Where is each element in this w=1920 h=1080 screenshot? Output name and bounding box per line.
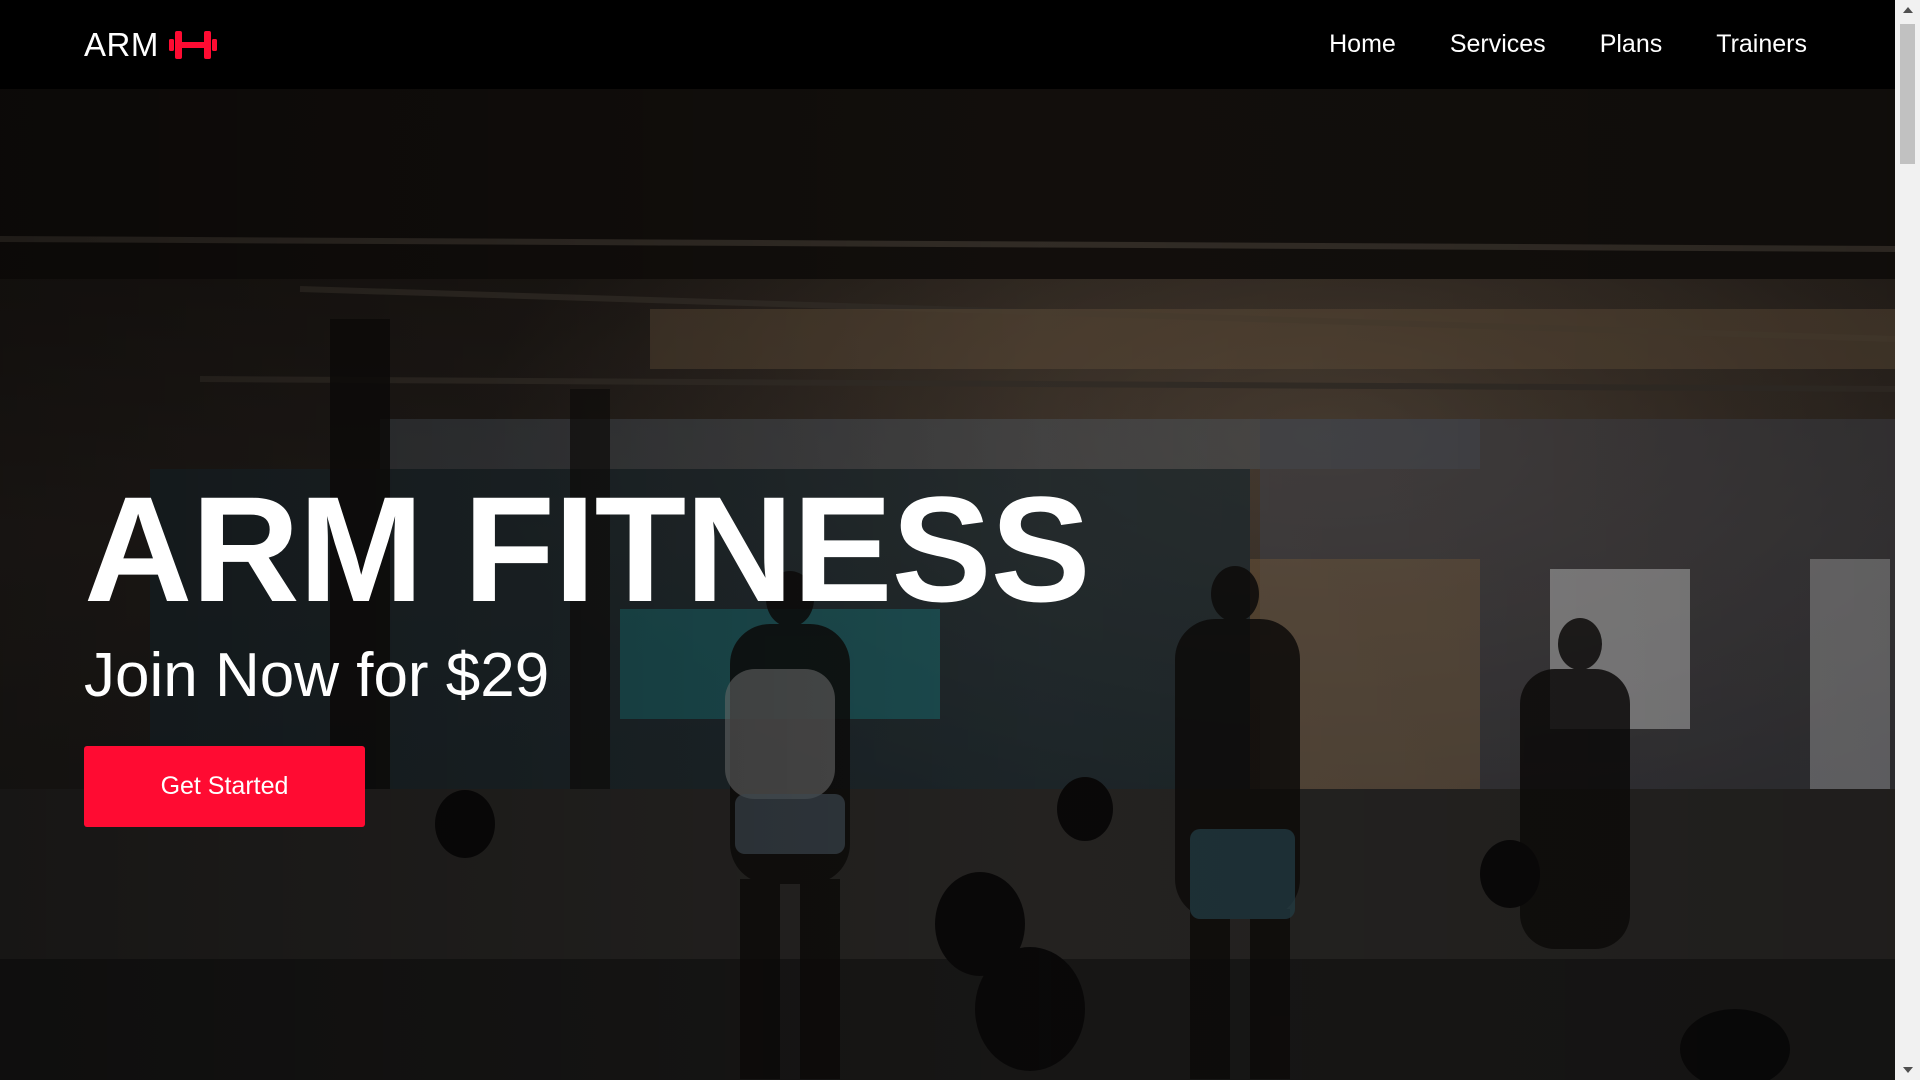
nav-home[interactable]: Home (1329, 30, 1396, 59)
scrollbar-thumb[interactable] (1900, 24, 1915, 164)
hero-subtitle: Join Now for $29 (84, 641, 550, 710)
nav-trainers[interactable]: Trainers (1716, 30, 1807, 59)
nav-menu: Home Services Plans Trainers (1329, 30, 1807, 59)
hero-title: ARM FITNESS (84, 465, 1091, 633)
nav-plans[interactable]: Plans (1600, 30, 1663, 59)
scroll-up-arrow-icon[interactable] (1895, 0, 1920, 20)
nav-services[interactable]: Services (1450, 30, 1546, 59)
scroll-down-arrow-icon[interactable] (1895, 1060, 1920, 1080)
dumbbell-icon (168, 28, 217, 62)
hero-section: ARM FITNESS Join Now for $29 Get Started (0, 89, 1895, 1080)
hero-content: ARM FITNESS Join Now for $29 Get Started (84, 465, 1091, 828)
brand-logo[interactable]: ARM (84, 26, 217, 64)
brand-name: ARM (84, 25, 159, 63)
navbar: ARM Home Services Plans Trainers (0, 0, 1895, 89)
page: ARM Home Services Plans Trainers ARM FIT… (0, 0, 1895, 1080)
vertical-scrollbar[interactable] (1895, 0, 1920, 1080)
get-started-button[interactable]: Get Started (84, 746, 365, 828)
